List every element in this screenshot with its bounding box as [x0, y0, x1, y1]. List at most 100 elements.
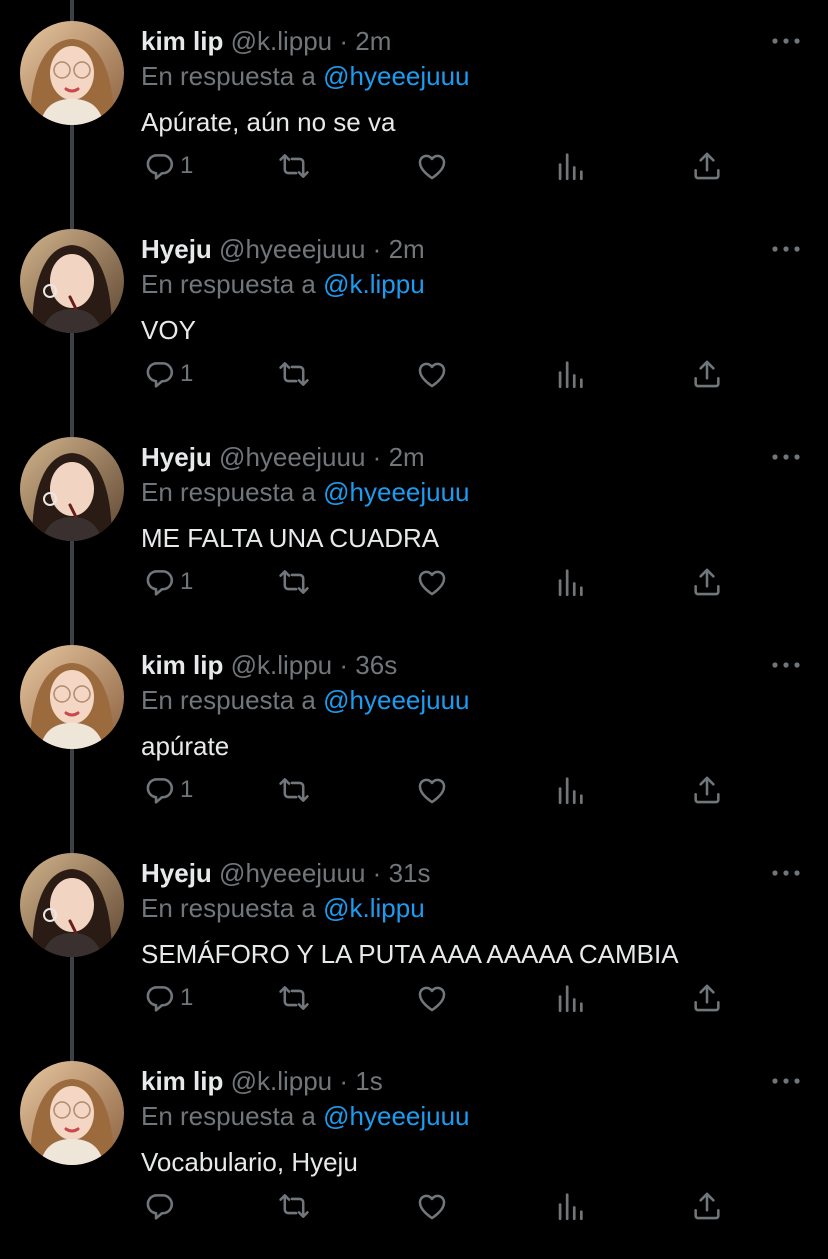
tweet[interactable]: kim lip @k.lippu · 1s En respuesta a @hy…	[0, 1040, 828, 1248]
replying-to-handle[interactable]: @k.lippu	[323, 893, 425, 923]
tweet[interactable]: kim lip @k.lippu · 2m En respuesta a @hy…	[0, 0, 828, 208]
share-icon	[690, 149, 724, 183]
retweet-button[interactable]	[277, 354, 311, 394]
retweet-button[interactable]	[277, 562, 311, 602]
tweet-text: apúrate	[141, 731, 230, 761]
avatar[interactable]	[20, 853, 124, 957]
author-handle[interactable]: @hyeeejuuu	[219, 858, 365, 888]
share-button[interactable]	[690, 562, 724, 602]
reply-count: 1	[180, 360, 194, 387]
more-icon[interactable]	[770, 654, 802, 676]
separator: ·	[372, 442, 382, 472]
reply-icon	[142, 357, 176, 391]
reply-count: 1	[180, 984, 194, 1011]
author-name[interactable]: kim lip	[141, 650, 223, 680]
heart-icon	[415, 149, 449, 183]
replying-to-handle[interactable]: @k.lippu	[323, 269, 425, 299]
timestamp[interactable]: 2m	[355, 26, 391, 56]
share-button[interactable]	[690, 146, 724, 186]
replying-to: En respuesta a @k.lippu	[141, 891, 425, 925]
reply-button[interactable]: 1	[142, 562, 193, 602]
author-name[interactable]: Hyeju	[141, 442, 212, 472]
stats-button[interactable]	[553, 770, 587, 810]
reply-button[interactable]: 1	[142, 770, 193, 810]
more-icon[interactable]	[770, 862, 802, 884]
timestamp[interactable]: 1s	[355, 1066, 382, 1096]
retweet-button[interactable]	[277, 978, 311, 1018]
replying-to-handle[interactable]: @hyeeejuuu	[323, 477, 469, 507]
share-icon	[690, 1189, 724, 1223]
share-button[interactable]	[690, 354, 724, 394]
more-icon[interactable]	[770, 238, 802, 260]
replying-to: En respuesta a @k.lippu	[141, 267, 425, 301]
tweet[interactable]: Hyeju @hyeeejuuu · 2m En respuesta a @k.…	[0, 208, 828, 416]
replying-to-handle[interactable]: @hyeeejuuu	[323, 61, 469, 91]
like-button[interactable]	[415, 1186, 449, 1226]
action-bar: 1	[0, 770, 828, 810]
replying-to-handle[interactable]: @hyeeejuuu	[323, 685, 469, 715]
replying-to-label: En respuesta a	[141, 893, 316, 923]
reply-button[interactable]: 1	[142, 978, 193, 1018]
stats-button[interactable]	[553, 562, 587, 602]
separator: ·	[339, 26, 349, 56]
reply-button[interactable]: 1	[142, 146, 193, 186]
more-icon[interactable]	[770, 446, 802, 468]
share-icon	[690, 981, 724, 1015]
author-handle[interactable]: @hyeeejuuu	[219, 234, 365, 264]
author-name[interactable]: kim lip	[141, 1066, 223, 1096]
tweet-text: ME FALTA UNA CUADRA	[141, 523, 440, 553]
replying-to-label: En respuesta a	[141, 1101, 316, 1131]
like-button[interactable]	[415, 146, 449, 186]
author-handle[interactable]: @k.lippu	[231, 26, 333, 56]
avatar[interactable]	[20, 21, 124, 125]
like-button[interactable]	[415, 770, 449, 810]
retweet-icon	[277, 149, 311, 183]
more-icon[interactable]	[770, 30, 802, 52]
action-bar: 1	[0, 978, 828, 1018]
tweet[interactable]: Hyeju @hyeeejuuu · 31s En respuesta a @k…	[0, 832, 828, 1040]
timestamp[interactable]: 36s	[355, 650, 397, 680]
avatar[interactable]	[20, 437, 124, 541]
timestamp[interactable]: 2m	[389, 442, 425, 472]
replying-to-label: En respuesta a	[141, 685, 316, 715]
like-button[interactable]	[415, 978, 449, 1018]
like-button[interactable]	[415, 354, 449, 394]
retweet-button[interactable]	[277, 146, 311, 186]
tweet-header: Hyeju @hyeeejuuu · 31s	[141, 856, 431, 890]
more-icon[interactable]	[770, 1070, 802, 1092]
stats-icon	[553, 357, 587, 391]
author-name[interactable]: Hyeju	[141, 234, 212, 264]
timestamp[interactable]: 2m	[389, 234, 425, 264]
avatar[interactable]	[20, 229, 124, 333]
stats-button[interactable]	[553, 978, 587, 1018]
share-button[interactable]	[690, 978, 724, 1018]
heart-icon	[415, 773, 449, 807]
tweet[interactable]: Hyeju @hyeeejuuu · 2m En respuesta a @hy…	[0, 416, 828, 624]
stats-button[interactable]	[553, 354, 587, 394]
retweet-button[interactable]	[277, 770, 311, 810]
action-bar	[0, 1186, 828, 1226]
share-button[interactable]	[690, 770, 724, 810]
author-handle[interactable]: @k.lippu	[231, 1066, 333, 1096]
reply-button[interactable]	[142, 1186, 180, 1226]
author-handle[interactable]: @k.lippu	[231, 650, 333, 680]
author-handle[interactable]: @hyeeejuuu	[219, 442, 365, 472]
timestamp[interactable]: 31s	[389, 858, 431, 888]
avatar[interactable]	[20, 1061, 124, 1165]
share-icon	[690, 565, 724, 599]
replying-to-handle[interactable]: @hyeeejuuu	[323, 1101, 469, 1131]
retweet-icon	[277, 981, 311, 1015]
stats-button[interactable]	[553, 146, 587, 186]
stats-icon	[553, 981, 587, 1015]
reply-button[interactable]: 1	[142, 354, 193, 394]
author-name[interactable]: kim lip	[141, 26, 223, 56]
retweet-button[interactable]	[277, 1186, 311, 1226]
like-button[interactable]	[415, 562, 449, 602]
stats-button[interactable]	[553, 1186, 587, 1226]
separator: ·	[339, 650, 349, 680]
share-button[interactable]	[690, 1186, 724, 1226]
reply-count: 1	[180, 776, 194, 803]
author-name[interactable]: Hyeju	[141, 858, 212, 888]
avatar[interactable]	[20, 645, 124, 749]
tweet[interactable]: kim lip @k.lippu · 36s En respuesta a @h…	[0, 624, 828, 832]
